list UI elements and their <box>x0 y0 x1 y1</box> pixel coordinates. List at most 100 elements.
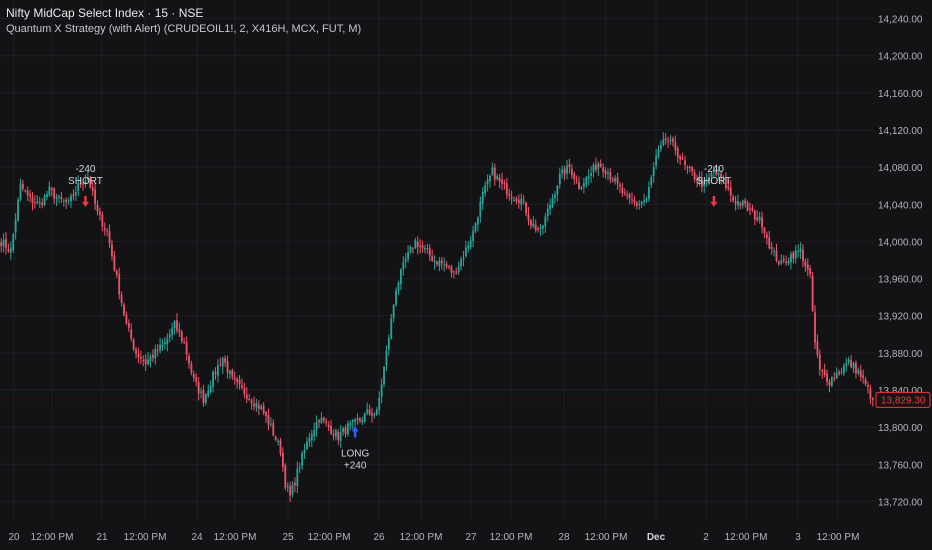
candle-body <box>320 417 323 423</box>
candle-body <box>573 173 576 180</box>
candle <box>650 174 653 188</box>
candle-body <box>739 202 742 206</box>
candle-body <box>409 246 412 253</box>
candle-body <box>96 204 99 212</box>
candle-body <box>515 198 518 202</box>
candle-body <box>308 438 311 443</box>
candle <box>416 236 419 255</box>
candle-body <box>164 342 166 345</box>
x-tick-label: 21 <box>96 532 108 543</box>
candle <box>255 398 258 412</box>
grid <box>0 0 874 520</box>
candle <box>72 189 75 201</box>
candle <box>592 162 595 178</box>
candle-body <box>236 378 239 382</box>
candle-body <box>315 421 318 430</box>
candle <box>578 176 580 191</box>
candle-body <box>496 176 499 180</box>
candle-body <box>412 248 414 250</box>
candle <box>53 187 56 205</box>
candle-body <box>55 197 58 200</box>
candle-body <box>387 338 390 350</box>
candle-body <box>790 254 792 263</box>
candle-body <box>650 177 653 186</box>
candle-body <box>137 353 140 358</box>
candle-body <box>139 357 142 359</box>
candle <box>674 135 677 156</box>
candle <box>652 162 655 183</box>
x-tick-label: 26 <box>373 532 385 543</box>
candle <box>318 419 320 428</box>
candle-body <box>24 190 27 192</box>
candle-body <box>604 170 607 175</box>
candle-body <box>623 192 626 194</box>
candle-body <box>195 377 198 382</box>
candle <box>580 185 583 191</box>
candle <box>253 396 255 411</box>
candle <box>438 256 441 272</box>
candle <box>387 334 390 356</box>
candle <box>226 355 229 379</box>
last-price-tag[interactable]: 13,829.30 <box>0 391 931 408</box>
candle-body <box>19 183 22 200</box>
candle-body <box>349 422 352 426</box>
candle <box>491 162 494 177</box>
candle <box>864 376 867 387</box>
candle <box>529 218 532 230</box>
candle-body <box>802 249 804 262</box>
candle <box>120 291 123 307</box>
candle <box>520 193 523 211</box>
candle-body <box>633 200 636 203</box>
chart-area[interactable]: -240 SHORT LONG +240 -240 SHORT 14,240.00 14,20… <box>0 0 932 550</box>
x-tick-label: 27 <box>465 532 477 543</box>
candle <box>188 352 190 369</box>
candle-body <box>799 248 802 252</box>
price-chart[interactable]: -240SHORTLONG+240-240SHORT14,240.0014,20… <box>0 0 932 550</box>
candle <box>190 361 193 376</box>
candle <box>5 232 7 255</box>
candle-body <box>185 342 188 355</box>
candle-body <box>183 341 186 343</box>
candle <box>219 357 222 367</box>
candle-body <box>684 160 686 166</box>
candle-body <box>226 361 229 373</box>
x-tick-label: 12:00 PM <box>490 532 533 543</box>
candle-body <box>457 266 460 273</box>
candle-body <box>91 187 94 191</box>
y-tick-label: 13,760.00 <box>878 460 923 471</box>
candle-body <box>833 377 836 379</box>
candle <box>392 303 395 323</box>
candle-body <box>520 198 523 205</box>
candle-body <box>609 171 612 180</box>
candle <box>566 159 568 180</box>
candle <box>31 192 34 211</box>
candle <box>373 412 376 419</box>
candle-body <box>269 423 272 425</box>
candle-body <box>770 247 773 249</box>
candle-body <box>224 357 227 363</box>
candle <box>26 186 29 202</box>
candle <box>216 359 219 383</box>
candle-body <box>65 199 68 203</box>
candle <box>638 200 641 210</box>
candle-body <box>440 260 443 264</box>
candle-body <box>62 200 65 202</box>
candle-body <box>368 409 371 415</box>
candle-body <box>818 354 821 370</box>
candle <box>19 178 22 202</box>
candle-body <box>289 486 292 496</box>
candle-body <box>845 363 848 367</box>
candle-body <box>375 409 378 415</box>
candle <box>787 257 790 266</box>
candle-body <box>192 374 195 378</box>
candle <box>397 280 400 296</box>
candle <box>272 418 275 437</box>
candle <box>539 223 542 237</box>
y-tick-label: 14,000.00 <box>878 237 923 248</box>
x-tick-label: 12:00 PM <box>308 532 351 543</box>
candle <box>366 402 369 416</box>
candle <box>296 461 299 493</box>
candle-body <box>108 231 111 244</box>
candle <box>681 152 684 160</box>
candle-body <box>797 251 800 253</box>
